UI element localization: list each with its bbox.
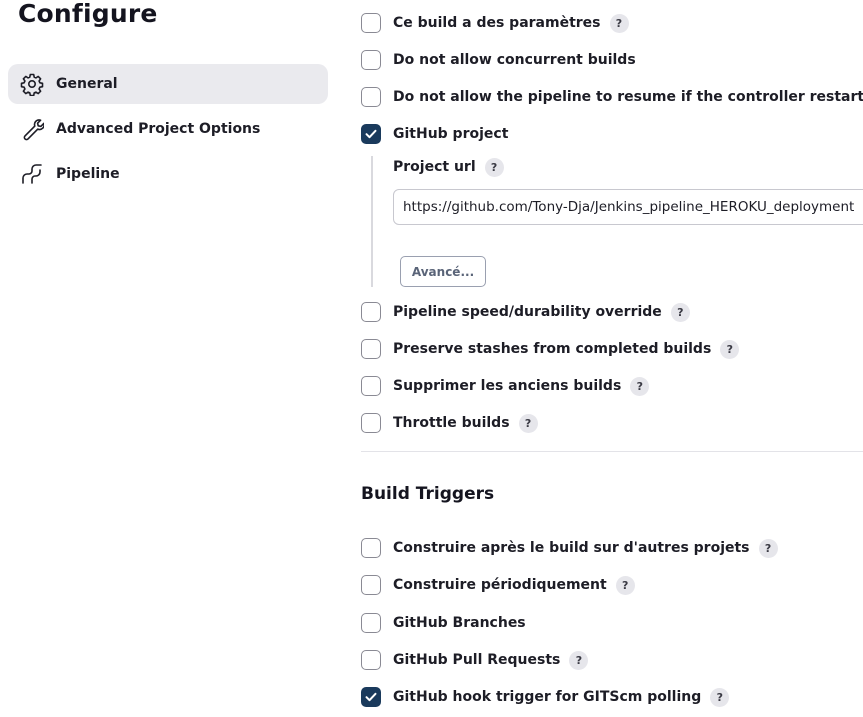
option-parameters: Ce build a des paramètres ? xyxy=(361,11,629,35)
option-pipeline-durability: Pipeline speed/durability override ? xyxy=(361,300,690,324)
help-icon[interactable]: ? xyxy=(484,157,504,177)
checkbox[interactable] xyxy=(361,538,381,558)
option-label[interactable]: GitHub Pull Requests xyxy=(393,652,560,668)
sidebar-item-label: General xyxy=(56,76,118,92)
help-icon[interactable]: ? xyxy=(720,339,740,359)
wrench-icon xyxy=(20,117,44,141)
option-label[interactable]: Do not allow the pipeline to resume if t… xyxy=(393,89,863,105)
option-label[interactable]: GitHub Branches xyxy=(393,615,526,631)
checkbox-checked[interactable] xyxy=(361,124,381,144)
checkbox[interactable] xyxy=(361,87,381,107)
checkbox[interactable] xyxy=(361,302,381,322)
checkbox[interactable] xyxy=(361,613,381,633)
option-github-project: GitHub project xyxy=(361,122,508,146)
option-throttle-builds: Throttle builds ? xyxy=(361,411,538,435)
project-url-input[interactable] xyxy=(393,189,863,225)
field-label-text: Project url xyxy=(393,159,476,175)
pipeline-icon xyxy=(20,162,44,186)
trigger-github-branches: GitHub Branches xyxy=(361,611,526,635)
option-label[interactable]: Supprimer les anciens builds xyxy=(393,378,621,394)
option-label[interactable]: Construire après le build sur d'autres p… xyxy=(393,540,750,556)
option-preserve-stashes: Preserve stashes from completed builds ? xyxy=(361,337,740,361)
help-icon[interactable]: ? xyxy=(518,413,538,433)
advanced-button[interactable]: Avancé... xyxy=(400,256,486,287)
checkbox[interactable] xyxy=(361,575,381,595)
help-icon[interactable]: ? xyxy=(615,575,635,595)
sidebar-item-label: Advanced Project Options xyxy=(56,121,261,137)
option-no-pipeline-resume: Do not allow the pipeline to resume if t… xyxy=(361,85,863,109)
help-icon[interactable]: ? xyxy=(670,302,690,322)
checkbox[interactable] xyxy=(361,376,381,396)
sidebar-item-general[interactable]: General xyxy=(8,64,328,104)
option-no-concurrent-builds: Do not allow concurrent builds xyxy=(361,48,636,72)
sidebar-item-pipeline[interactable]: Pipeline xyxy=(8,154,328,194)
checkbox[interactable] xyxy=(361,339,381,359)
option-label[interactable]: Pipeline speed/durability override xyxy=(393,304,662,320)
checkmark-icon xyxy=(365,692,377,702)
gear-icon xyxy=(20,72,44,96)
checkbox[interactable] xyxy=(361,650,381,670)
project-url-label: Project url ? xyxy=(393,157,504,177)
section-divider xyxy=(361,451,863,452)
sidebar-item-advanced-project-options[interactable]: Advanced Project Options xyxy=(8,109,328,149)
option-label[interactable]: Construire périodiquement xyxy=(393,577,607,593)
checkbox[interactable] xyxy=(361,50,381,70)
page-title: Configure xyxy=(18,0,158,28)
option-label[interactable]: Do not allow concurrent builds xyxy=(393,52,636,68)
help-icon[interactable]: ? xyxy=(710,687,730,707)
trigger-periodically: Construire périodiquement ? xyxy=(361,573,635,597)
help-icon[interactable]: ? xyxy=(569,650,589,670)
help-icon[interactable]: ? xyxy=(758,538,778,558)
sidebar-item-label: Pipeline xyxy=(56,166,120,182)
checkbox[interactable] xyxy=(361,413,381,433)
option-label[interactable]: GitHub hook trigger for GITScm polling xyxy=(393,689,701,705)
trigger-github-pull-requests: GitHub Pull Requests ? xyxy=(361,648,589,672)
option-label[interactable]: Ce build a des paramètres xyxy=(393,15,601,31)
option-discard-old-builds: Supprimer les anciens builds ? xyxy=(361,374,650,398)
checkbox[interactable] xyxy=(361,13,381,33)
checkmark-icon xyxy=(365,129,377,139)
nested-indent-bar xyxy=(371,156,373,287)
help-icon[interactable]: ? xyxy=(609,13,629,33)
trigger-after-other-projects: Construire après le build sur d'autres p… xyxy=(361,536,778,560)
section-title-build-triggers: Build Triggers xyxy=(361,484,495,504)
checkbox-checked[interactable] xyxy=(361,687,381,707)
option-label[interactable]: GitHub project xyxy=(393,126,508,142)
option-label[interactable]: Preserve stashes from completed builds xyxy=(393,341,711,357)
option-label[interactable]: Throttle builds xyxy=(393,415,510,431)
trigger-github-hook: GitHub hook trigger for GITScm polling ? xyxy=(361,685,730,709)
help-icon[interactable]: ? xyxy=(630,376,650,396)
